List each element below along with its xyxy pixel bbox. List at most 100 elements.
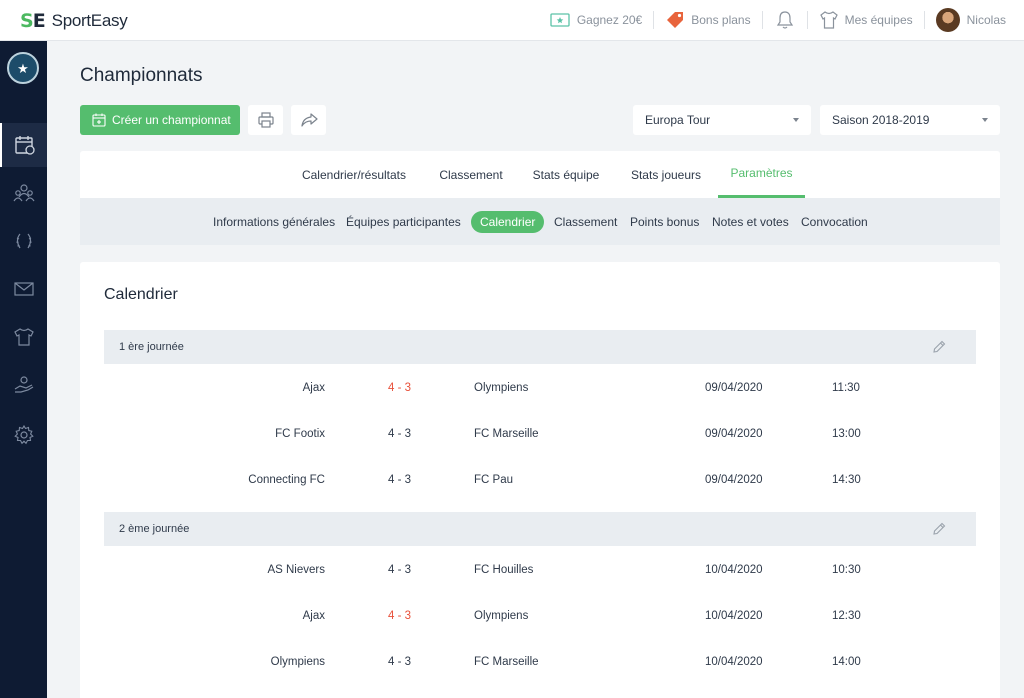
main-tabs: Calendrier/résultats Classement Stats éq… bbox=[80, 151, 1000, 198]
home-team: FC Footix bbox=[275, 428, 325, 440]
members-icon bbox=[13, 184, 34, 202]
divider bbox=[653, 11, 655, 29]
match-date: 10/04/2020 bbox=[705, 610, 763, 622]
match-row[interactable]: Connecting FC 4 - 3 FC Pau 09/04/2020 14… bbox=[104, 457, 976, 503]
away-team: Olympiens bbox=[474, 610, 529, 622]
top-nav: Gagnez 20€ Bons plans Mes équipes Nicola… bbox=[550, 0, 1024, 40]
create-championship-button[interactable]: Créer un championnat bbox=[80, 105, 240, 135]
season-select-value: Saison 2018-2019 bbox=[832, 113, 930, 127]
matchday-header: 1 ère journée bbox=[104, 330, 976, 364]
laurel-icon bbox=[15, 233, 32, 249]
away-team: FC Marseille bbox=[474, 656, 539, 668]
tab-player-stats[interactable]: Stats joueurs bbox=[620, 151, 712, 198]
logo-mark: SE bbox=[20, 10, 46, 32]
tab-calendar-results[interactable]: Calendrier/résultats bbox=[292, 151, 416, 198]
print-button[interactable] bbox=[248, 105, 283, 135]
home-team: Olympiens bbox=[270, 656, 325, 668]
user-menu[interactable]: Nicolas bbox=[935, 0, 1006, 40]
page-title: Championnats bbox=[80, 65, 203, 86]
divider bbox=[806, 11, 808, 29]
tag-icon bbox=[667, 12, 684, 28]
matchday-label: 2 ème journée bbox=[119, 523, 190, 535]
mail-icon bbox=[13, 282, 34, 296]
match-date: 10/04/2020 bbox=[705, 564, 763, 576]
calendar-icon bbox=[14, 136, 35, 155]
teams-link[interactable]: Mes équipes bbox=[819, 0, 913, 40]
sidebar-item-jerseys[interactable] bbox=[0, 315, 47, 359]
score: 4 - 3 bbox=[388, 656, 412, 668]
competition-select[interactable]: Europa Tour bbox=[633, 105, 811, 135]
calendar-add-icon bbox=[92, 113, 106, 127]
home-team: Ajax bbox=[302, 610, 325, 622]
away-team: Olympiens bbox=[474, 382, 529, 394]
settings-subtabs: Informations générales Équipes participa… bbox=[80, 198, 1000, 245]
share-arrow-icon bbox=[300, 113, 318, 127]
divider bbox=[761, 11, 763, 29]
sidebar: ★ bbox=[0, 41, 47, 698]
away-team: FC Houilles bbox=[474, 564, 534, 576]
team-badge[interactable]: ★ bbox=[7, 52, 39, 84]
star-icon: ★ bbox=[17, 60, 29, 76]
share-button[interactable] bbox=[291, 105, 326, 135]
matchday-header: 2 ème journée bbox=[104, 512, 976, 546]
deals-link[interactable]: Bons plans bbox=[665, 0, 751, 40]
subtab-ratings-votes[interactable]: Notes et votes bbox=[712, 211, 789, 233]
sidebar-item-trophies[interactable] bbox=[0, 219, 47, 263]
edit-pencil-icon[interactable] bbox=[932, 340, 946, 354]
home-team: Connecting FC bbox=[248, 474, 325, 486]
calendar-title: Calendrier bbox=[104, 286, 178, 303]
home-team: AS Nievers bbox=[267, 564, 325, 576]
match-date: 09/04/2020 bbox=[705, 428, 763, 440]
earn-link[interactable]: Gagnez 20€ bbox=[550, 0, 642, 40]
match-time: 12:30 bbox=[832, 610, 861, 622]
caret-down-icon bbox=[793, 118, 799, 122]
subtab-bonus-points[interactable]: Points bonus bbox=[630, 211, 699, 233]
sidebar-item-messages[interactable] bbox=[0, 267, 47, 311]
printer-icon bbox=[257, 112, 274, 128]
sidebar-item-calendar[interactable] bbox=[0, 123, 47, 167]
tab-team-stats[interactable]: Stats équipe bbox=[526, 151, 606, 198]
tab-settings[interactable]: Paramètres bbox=[718, 151, 805, 198]
sidebar-item-partners[interactable] bbox=[0, 363, 47, 407]
subtab-general-info[interactable]: Informations générales bbox=[213, 211, 335, 233]
bell-icon bbox=[776, 11, 793, 29]
ticket-icon bbox=[550, 13, 570, 27]
matchday-label: 1 ère journée bbox=[119, 341, 184, 353]
match-row[interactable]: Olympiens 4 - 3 FC Marseille 10/04/2020 … bbox=[104, 639, 976, 685]
sidebar-item-members[interactable] bbox=[0, 171, 47, 215]
handshake-icon bbox=[14, 376, 33, 393]
tab-standings[interactable]: Classement bbox=[428, 151, 514, 198]
jersey-icon bbox=[13, 328, 34, 346]
caret-down-icon bbox=[982, 118, 988, 122]
notifications-button[interactable] bbox=[774, 0, 796, 40]
teams-label: Mes équipes bbox=[844, 13, 913, 27]
create-label: Créer un championnat bbox=[112, 113, 231, 127]
match-date: 09/04/2020 bbox=[705, 382, 763, 394]
gear-icon bbox=[13, 424, 34, 445]
match-row[interactable]: Ajax 4 - 3 Olympiens 10/04/2020 12:30 bbox=[104, 593, 976, 639]
edit-pencil-icon[interactable] bbox=[932, 522, 946, 536]
logo-text: SportEasy bbox=[51, 11, 128, 30]
top-bar: SE SportEasy Gagnez 20€ Bons plans Mes é… bbox=[0, 0, 1024, 41]
subtab-convocation[interactable]: Convocation bbox=[801, 211, 868, 233]
match-row[interactable]: AS Nievers 4 - 3 FC Houilles 10/04/2020 … bbox=[104, 547, 976, 593]
divider bbox=[923, 11, 925, 29]
score: 4 - 3 bbox=[388, 564, 412, 576]
earn-label: Gagnez 20€ bbox=[576, 13, 643, 27]
subtab-calendar[interactable]: Calendrier bbox=[471, 211, 545, 233]
season-select[interactable]: Saison 2018-2019 bbox=[820, 105, 1000, 135]
match-date: 09/04/2020 bbox=[705, 474, 763, 486]
match-time: 14:00 bbox=[832, 656, 861, 668]
match-date: 10/04/2020 bbox=[705, 656, 763, 668]
sporteasy-logo[interactable]: SE SportEasy bbox=[20, 10, 128, 32]
match-row[interactable]: FC Footix 4 - 3 FC Marseille 09/04/2020 … bbox=[104, 411, 976, 457]
subtab-participating-teams[interactable]: Équipes participantes bbox=[346, 211, 461, 233]
home-team: Ajax bbox=[302, 382, 325, 394]
sidebar-item-settings[interactable] bbox=[0, 413, 47, 457]
away-team: FC Pau bbox=[474, 474, 513, 486]
match-time: 11:30 bbox=[832, 382, 860, 394]
subtab-standings[interactable]: Classement bbox=[554, 211, 617, 233]
match-row[interactable]: Ajax 4 - 3 Olympiens 09/04/2020 11:30 bbox=[104, 365, 976, 411]
score: 4 - 3 bbox=[388, 474, 412, 486]
away-team: FC Marseille bbox=[474, 428, 539, 440]
